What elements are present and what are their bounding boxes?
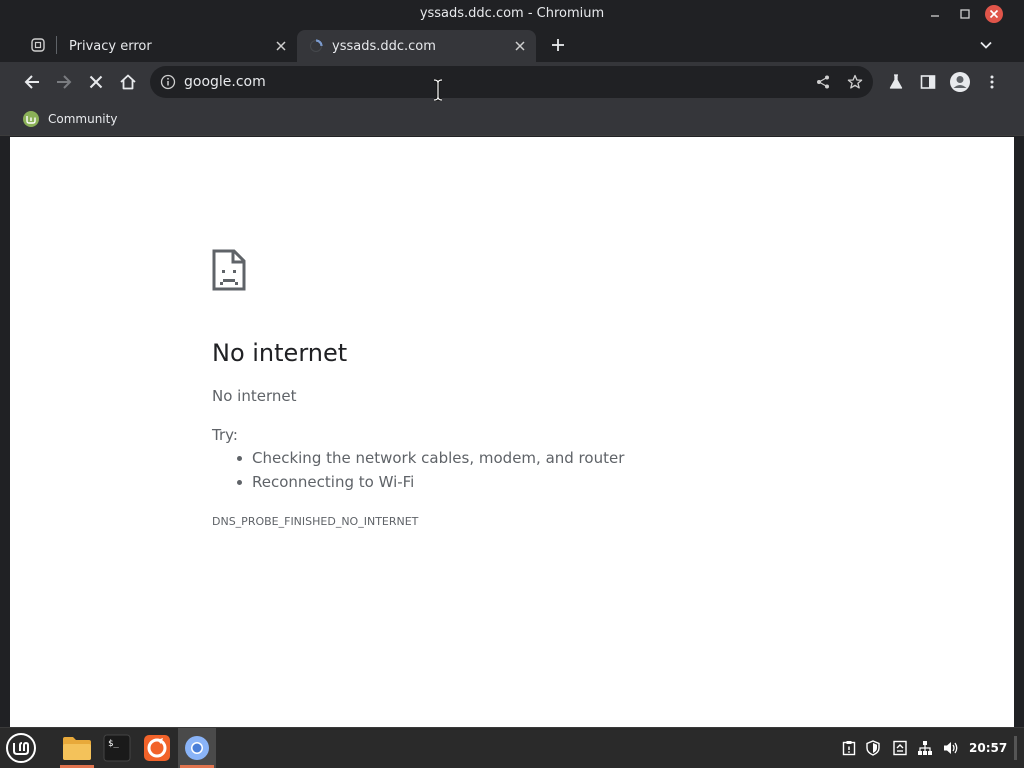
forward-button[interactable] (52, 70, 76, 94)
stop-button[interactable] (84, 70, 108, 94)
minimize-button[interactable] (925, 4, 945, 24)
arrow-left-icon (24, 75, 39, 89)
kebab-menu-icon (990, 75, 994, 89)
clipboard-tray-icon[interactable] (840, 739, 858, 757)
bookmark-community[interactable]: Community (22, 109, 117, 129)
toolbar: google.com (0, 62, 1024, 102)
menu-button[interactable] (980, 70, 1004, 94)
mint-menu-button[interactable] (2, 728, 40, 768)
profile-button[interactable] (948, 70, 972, 94)
window-title: yssads.ddc.com - Chromium (419, 6, 605, 21)
side-panel-button[interactable] (916, 70, 940, 94)
side-panel-icon (920, 75, 936, 89)
tab-list-button[interactable] (974, 33, 998, 57)
flask-icon (889, 74, 903, 89)
linux-mint-icon (23, 111, 39, 127)
back-button[interactable] (20, 70, 44, 94)
minimize-icon (931, 15, 939, 17)
network-icon[interactable] (916, 739, 934, 757)
bookmark-star-icon[interactable] (847, 74, 863, 94)
show-desktop-handle[interactable] (1014, 736, 1017, 760)
linux-mint-menu-icon (6, 733, 36, 763)
folder-icon (63, 737, 91, 760)
taskbar-firefox[interactable] (138, 728, 176, 768)
svg-text:$_: $_ (108, 739, 119, 749)
volume-icon[interactable] (942, 739, 960, 757)
error-subtext: No internet (212, 387, 297, 405)
info-icon[interactable] (160, 74, 176, 94)
close-icon (515, 41, 525, 51)
tab-strip: Privacy error yssads.ddc.com (0, 28, 1024, 62)
suggestion-list: Checking the network cables, modem, and … (236, 449, 624, 497)
taskbar-files[interactable] (58, 728, 96, 768)
url-text[interactable]: google.com (184, 74, 266, 90)
address-bar[interactable]: google.com (150, 66, 873, 98)
error-heading: No internet (212, 339, 348, 367)
taskbar-terminal[interactable]: $_ (98, 728, 136, 768)
tab-label: Privacy error (69, 39, 152, 54)
tab-label: yssads.ddc.com (332, 39, 436, 54)
browser-window: yssads.ddc.com - Chromium Privacy error … (0, 0, 1024, 727)
new-tab-button[interactable] (546, 33, 570, 57)
avatar-icon (950, 72, 970, 92)
app-icon (31, 38, 45, 52)
tab-close-button[interactable] (513, 39, 527, 53)
page-content: No internet No internet Try: Checking th… (10, 137, 1014, 727)
loading-spinner-icon (309, 39, 323, 57)
title-bar: yssads.ddc.com - Chromium (0, 0, 1024, 28)
tab-search-app-button[interactable] (26, 33, 50, 57)
home-button[interactable] (116, 70, 140, 94)
home-icon (120, 74, 136, 90)
terminal-icon: $_ (103, 734, 131, 762)
plus-icon (552, 39, 564, 51)
maximize-button[interactable] (955, 4, 975, 24)
error-code: DNS_PROBE_FINISHED_NO_INTERNET (212, 515, 419, 528)
suggestion-item: Checking the network cables, modem, and … (236, 449, 624, 473)
arrow-right-icon (57, 75, 72, 89)
maximize-icon (960, 9, 970, 19)
shield-icon[interactable] (864, 739, 882, 757)
clock[interactable]: 20:57 (969, 741, 1007, 755)
sad-page-icon (212, 249, 246, 295)
close-icon (276, 41, 286, 51)
share-icon[interactable] (815, 74, 831, 94)
chevron-down-icon (980, 41, 992, 49)
update-manager-icon[interactable] (891, 739, 909, 757)
taskbar: $_ 20:57 (0, 727, 1024, 768)
tab-yssads[interactable]: yssads.ddc.com (297, 30, 536, 62)
bookmark-label: Community (48, 112, 118, 126)
chromium-icon (185, 736, 209, 760)
labs-button[interactable] (884, 70, 908, 94)
suggestion-item: Reconnecting to Wi-Fi (236, 473, 624, 497)
try-label: Try: (212, 426, 238, 444)
tab-close-button[interactable] (274, 39, 288, 53)
bookmarks-bar: Community (0, 102, 1024, 136)
text-cursor-icon (432, 78, 444, 105)
close-icon (89, 75, 103, 89)
close-window-button[interactable] (984, 4, 1004, 24)
firefox-icon (144, 735, 170, 761)
taskbar-chromium[interactable] (178, 728, 216, 768)
tab-privacy-error[interactable]: Privacy error (56, 30, 296, 62)
close-icon (985, 5, 1003, 23)
